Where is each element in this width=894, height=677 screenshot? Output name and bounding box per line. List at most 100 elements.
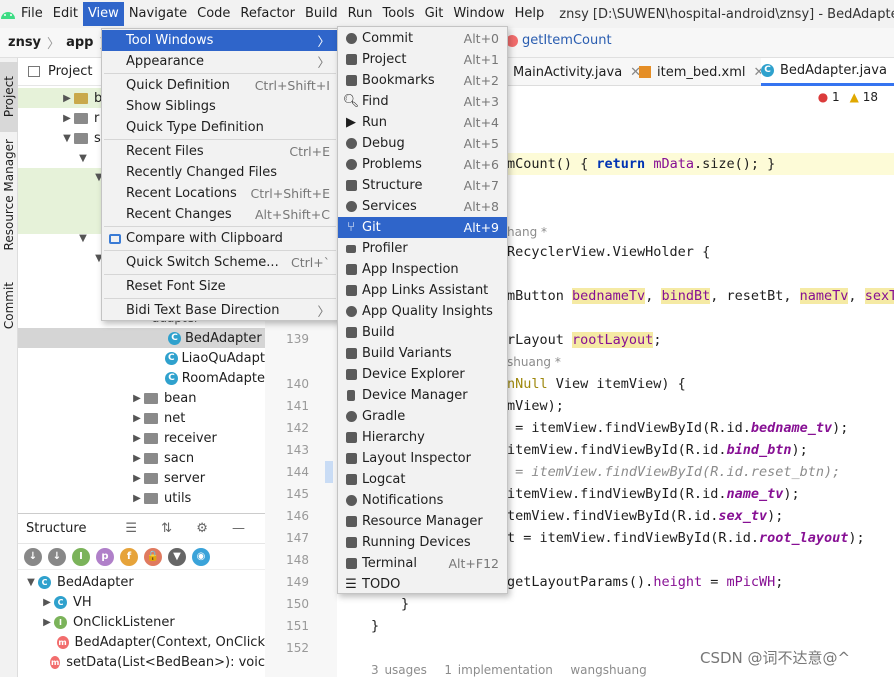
terminal-icon [344, 557, 358, 571]
stripe-tab-resource-manager[interactable]: Resource Manager [0, 139, 18, 250]
tool-window-layout-inspector[interactable]: Layout Inspector [338, 448, 507, 469]
line-number: 139 [286, 332, 309, 346]
menu-build[interactable]: Build [300, 2, 343, 26]
sort-visibility-icon[interactable]: ↓ [48, 547, 66, 566]
menu-item-quick-definition[interactable]: Quick Definition Ctrl+Shift+I [102, 75, 338, 96]
inspection-widget[interactable]: ● 1 ▲ 18 [818, 90, 878, 104]
tree-row-net[interactable]: ▶ net [18, 408, 265, 428]
menu-bar: File Edit View Navigate Code Refactor Bu… [0, 0, 894, 28]
tool-window-todo[interactable]: ☰ TODO [338, 574, 507, 595]
tool-window-app-links-assistant[interactable]: App Links Assistant [338, 280, 507, 301]
menu-git[interactable]: Git [420, 2, 449, 26]
structure-item-constructor[interactable]: m BedAdapter(Context, OnClick [18, 632, 265, 652]
tree-row-bedadapter[interactable]: BedAdapter [18, 328, 265, 348]
menu-item-show-siblings[interactable]: Show Siblings [102, 96, 338, 117]
menu-item-recently-changed-files[interactable]: Recently Changed Files [102, 162, 338, 183]
tool-window-debug[interactable]: Debug Alt+5 [338, 133, 507, 154]
menu-item-appearance[interactable]: Appearance 〉 [102, 51, 338, 72]
menu-item-quick-type-definition[interactable]: Quick Type Definition [102, 117, 338, 138]
tool-window-app-quality-insights[interactable]: App Quality Insights [338, 301, 507, 322]
show-fields-icon[interactable]: f [120, 547, 138, 566]
tool-window-project[interactable]: Project Alt+1 [338, 49, 507, 70]
structure-item-vh[interactable]: ▶ C VH [18, 592, 265, 612]
breadcrumb-module[interactable]: app [66, 35, 93, 50]
tool-window-device-manager[interactable]: Device Manager [338, 385, 507, 406]
structure-item-setdata[interactable]: m setData(List<BedBean>): voic [18, 652, 265, 672]
filter-icon[interactable]: ▼ [168, 547, 186, 566]
stripe-tab-commit[interactable]: Commit [0, 276, 18, 336]
quality-insights-icon [344, 305, 358, 319]
tree-row-server[interactable]: ▶ server [18, 468, 265, 488]
chevron-right-icon: 〉 [317, 34, 330, 49]
tree-row-sacn[interactable]: ▶ sacn [18, 448, 265, 468]
menu-item-tool-windows[interactable]: Tool Windows 〉 [102, 30, 338, 51]
structure-panel: Structure ☰ ⇅ ⚙ — ↓ ↓ I p f 🔒 ▼ ◉ ▼ C BedA… [18, 513, 265, 677]
tool-window-device-explorer[interactable]: Device Explorer [338, 364, 507, 385]
menu-run[interactable]: Run [343, 2, 378, 26]
tool-window-problems[interactable]: Problems Alt+6 [338, 154, 507, 175]
class-icon: C [38, 575, 51, 589]
menu-item-recent-locations[interactable]: Recent Locations Ctrl+Shift+E [102, 183, 338, 204]
show-properties-icon[interactable]: p [96, 547, 114, 566]
chevron-right-icon: ▶ [133, 392, 141, 404]
show-inherited-icon[interactable]: I [72, 547, 90, 566]
menu-file[interactable]: File [16, 2, 48, 26]
breadcrumb-project[interactable]: znsy [8, 35, 41, 50]
tool-window-build[interactable]: Build [338, 322, 507, 343]
menu-window[interactable]: Window [448, 2, 509, 26]
warning-count: ▲ 18 [849, 90, 878, 104]
tool-window-notifications[interactable]: Notifications [338, 490, 507, 511]
tool-window-git[interactable]: ⑂ Git Alt+9 [338, 217, 507, 238]
structure-item-bedadapter[interactable]: ▼ C BedAdapter [18, 572, 265, 592]
tool-window-terminal[interactable]: Terminal Alt+F12 [338, 553, 507, 574]
menu-help[interactable]: Help [510, 2, 550, 26]
tab-item-bed[interactable]: item_bed.xml ✕ [639, 58, 764, 86]
tool-window-bookmarks[interactable]: Bookmarks Alt+2 [338, 70, 507, 91]
tool-window-run[interactable]: ▶ Run Alt+4 [338, 112, 507, 133]
chevron-right-icon: ▶ [133, 412, 141, 424]
tree-row-liaoquadapter[interactable]: LiaoQuAdapt [18, 348, 265, 368]
menu-refactor[interactable]: Refactor [235, 2, 300, 26]
show-non-public-icon[interactable]: 🔒 [144, 547, 162, 566]
menu-item-quick-switch-scheme[interactable]: Quick Switch Scheme... Ctrl+` [102, 252, 338, 273]
tool-window-running-devices[interactable]: Running Devices [338, 532, 507, 553]
author-hint: hang * [507, 225, 547, 239]
tool-window-hierarchy[interactable]: Hierarchy [338, 427, 507, 448]
menu-item-compare-with-clipboard[interactable]: Compare with Clipboard [102, 228, 338, 249]
tab-bedadapter[interactable]: BedAdapter.java✕ [761, 58, 894, 86]
tree-row-receiver[interactable]: ▶ receiver [18, 428, 265, 448]
menu-navigate[interactable]: Navigate [124, 2, 192, 26]
tool-window-resource-manager[interactable]: Resource Manager [338, 511, 507, 532]
structure-header-actions[interactable]: ☰ ⇅ ⚙ — [125, 521, 255, 536]
autoscroll-icon[interactable]: ◉ [192, 547, 210, 566]
tool-window-app-inspection[interactable]: App Inspection [338, 259, 507, 280]
folder-icon [144, 392, 158, 404]
tool-window-commit[interactable]: Commit Alt+0 [338, 28, 507, 49]
sort-alpha-icon[interactable]: ↓ [24, 547, 42, 566]
menu-item-reset-font-size[interactable]: Reset Font Size [102, 276, 338, 297]
menu-view[interactable]: View [82, 2, 124, 26]
tree-row-roomadapter[interactable]: RoomAdapte [18, 368, 265, 388]
structure-panel-header: Structure ☰ ⇅ ⚙ — [18, 514, 265, 544]
tab-mainactivity[interactable]: MainActivity.java ✕ [513, 58, 641, 86]
menu-code[interactable]: Code [192, 2, 235, 26]
tool-windows-submenu: Commit Alt+0 Project Alt+1 Bookmarks Alt+2 … [337, 26, 508, 594]
tool-window-profiler[interactable]: Profiler [338, 238, 507, 259]
menu-edit[interactable]: Edit [48, 2, 83, 26]
tree-row-utils[interactable]: ▶ utils [18, 488, 265, 508]
tool-window-services[interactable]: Services Alt+8 [338, 196, 507, 217]
stripe-tab-project[interactable]: Project [0, 62, 18, 132]
tool-window-build-variants[interactable]: Build Variants [338, 343, 507, 364]
menu-tools[interactable]: Tools [378, 2, 420, 26]
tool-window-logcat[interactable]: Logcat [338, 469, 507, 490]
tool-window-find[interactable]: 🔍︎ Find Alt+3 [338, 91, 507, 112]
tree-row-bean[interactable]: ▶ bean [18, 388, 265, 408]
folder-icon [74, 92, 88, 104]
menu-item-recent-changes[interactable]: Recent Changes Alt+Shift+C [102, 204, 338, 225]
navbar-method-item[interactable]: getItemCount [506, 33, 612, 48]
tool-window-structure[interactable]: Structure Alt+7 [338, 175, 507, 196]
structure-item-onclicklistener[interactable]: ▶ I OnClickListener [18, 612, 265, 632]
menu-item-recent-files[interactable]: Recent Files Ctrl+E [102, 141, 338, 162]
tool-window-gradle[interactable]: Gradle [338, 406, 507, 427]
menu-item-bidi-text-direction[interactable]: Bidi Text Base Direction 〉 [102, 300, 338, 321]
